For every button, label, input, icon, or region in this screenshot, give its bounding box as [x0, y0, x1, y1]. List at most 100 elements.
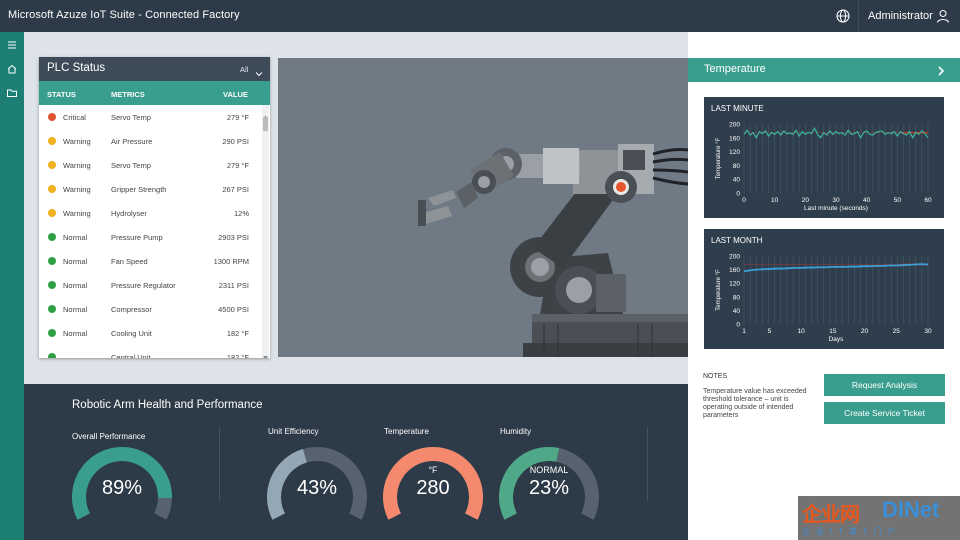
plc-row[interactable]: Warning Hydrolyser 12%: [39, 201, 261, 225]
status-dot-icon: [48, 161, 56, 169]
last-month-chart-plot: 040801201602001 5 10 15 20 25 30Temperature °F…: [716, 254, 932, 344]
y-tick-label: 200: [729, 122, 740, 129]
gauge-value: 43%: [296, 477, 338, 499]
x-axis-label: Last minute (seconds): [804, 205, 868, 212]
plc-row-status: Warning: [63, 185, 91, 194]
status-dot-icon: [48, 329, 56, 337]
gauge-label: Temperature: [384, 427, 429, 436]
y-tick-label: 200: [729, 254, 740, 261]
plc-row-value: 2903 PSI: [218, 233, 249, 242]
robot-arm-illustration: [418, 144, 688, 357]
plc-row-status: Normal: [63, 281, 88, 290]
user-menu-button[interactable]: Administrator: [862, 0, 960, 32]
app-title: Microsoft Azuze IoT Suite - Connected Fa…: [8, 9, 240, 21]
gauge-value: 23%: [528, 477, 570, 499]
plc-row-status: Warning: [63, 137, 91, 146]
plc-row-value: 182 °F: [226, 329, 249, 338]
globe-icon[interactable]: [834, 7, 852, 25]
plc-filter-dropdown[interactable]: All: [240, 65, 248, 74]
plc-scrollbar[interactable]: [262, 105, 269, 358]
gauge-sub-label: NORMAL: [529, 465, 569, 475]
x-tick-label: 20: [861, 328, 869, 335]
last-month-chart: LAST MONTH 0 40 80 120 160 200 1 5 10 15 20 25 30 Tem…: [704, 229, 944, 349]
x-tick-label: 15: [829, 328, 837, 335]
last-minute-chart: LAST MINUTE 0 40 80 120 160 200 0 10 20 30 40 50 60 T…: [704, 97, 944, 218]
y-tick-label: 80: [733, 294, 741, 301]
robot-arm-view: [278, 58, 688, 357]
left-nav: [0, 32, 24, 540]
y-tick-label: 120: [729, 149, 740, 156]
status-dot-icon: [48, 305, 56, 313]
chevron-right-icon[interactable]: [936, 64, 946, 76]
x-tick-label: 60: [924, 197, 932, 204]
gauge-label: Overall Performance: [72, 432, 146, 441]
plc-row[interactable]: Normal Cooling Unit 182 °F: [39, 321, 261, 345]
column-header-metrics[interactable]: METRICS: [111, 90, 145, 99]
gauge-label: Unit Efficiency: [268, 427, 319, 436]
plc-row-status: Critical: [63, 113, 86, 122]
chevron-down-icon[interactable]: [255, 65, 263, 77]
scroll-thumb[interactable]: [263, 117, 268, 131]
x-tick-label: 30: [924, 328, 932, 335]
column-header-status[interactable]: STATUS: [47, 90, 76, 99]
temperature-header[interactable]: Temperature: [688, 58, 960, 82]
plc-row[interactable]: Warning Servo Temp 279 °F: [39, 153, 261, 177]
plc-row-metric: Hydrolyser: [111, 209, 147, 218]
x-tick-label: 20: [802, 197, 810, 204]
notes-label: NOTES: [703, 373, 728, 380]
status-dot-icon: [48, 137, 56, 145]
folder-icon[interactable]: [6, 86, 18, 98]
notes-text: Temperature value has exceeded threshold…: [703, 388, 807, 419]
y-tick-label: 160: [729, 135, 740, 142]
plc-row[interactable]: Warning Gripper Strength 267 PSI: [39, 177, 261, 201]
scroll-up-icon[interactable]: [262, 107, 269, 119]
plc-row[interactable]: Normal Fan Speed 1300 RPM: [39, 249, 261, 273]
menu-icon[interactable]: [6, 38, 18, 50]
y-tick-label: 40: [733, 308, 741, 315]
plc-row-metric: Gripper Strength: [111, 185, 167, 194]
plc-row-status: Normal: [63, 305, 88, 314]
gauge-divider: [647, 428, 648, 500]
home-icon[interactable]: [6, 62, 18, 74]
plc-row[interactable]: Normal Compressor 4500 PSI: [39, 297, 261, 321]
create-service-ticket-button[interactable]: Create Service Ticket: [824, 402, 945, 424]
plc-rows: Critical Servo Temp 279 °F Warning Air Press…: [39, 105, 261, 358]
gauge-sub-label: °F: [428, 465, 438, 475]
plc-row-value: 267 PSI: [222, 185, 249, 194]
y-tick-label: 160: [729, 267, 740, 274]
plc-row-metric: Compressor: [111, 305, 152, 314]
column-header-value[interactable]: VALUE: [223, 90, 248, 99]
user-icon: [936, 9, 950, 23]
plc-row[interactable]: Warning Air Pressure 290 PSI: [39, 129, 261, 153]
plc-row-value: 4500 PSI: [218, 305, 249, 314]
x-tick-label: 25: [893, 328, 901, 335]
user-name: Administrator: [868, 10, 933, 22]
topbar-divider: [858, 0, 859, 32]
plc-row-metric: Pressure Pump: [111, 233, 163, 242]
plc-row-metric: Air Pressure: [111, 137, 153, 146]
plc-row[interactable]: Normal Pressure Regulator 2311 PSI: [39, 273, 261, 297]
plc-row[interactable]: Normal Pressure Pump 2903 PSI: [39, 225, 261, 249]
status-dot-icon: [48, 209, 56, 217]
plc-row-value: 182 °F: [226, 353, 249, 358]
plc-row-metric: Pressure Regulator: [111, 281, 176, 290]
plc-row-status: Warning: [63, 209, 91, 218]
x-tick-label: 0: [742, 197, 746, 204]
plc-row-metric: Fan Speed: [111, 257, 148, 266]
plc-row[interactable]: Critical Servo Temp 279 °F: [39, 105, 261, 129]
x-tick-label: 50: [894, 197, 902, 204]
plc-row[interactable]: Central Unit 182 °F: [39, 345, 261, 358]
request-analysis-button[interactable]: Request Analysis: [824, 374, 945, 396]
y-tick-label: 0: [736, 322, 740, 329]
x-tick-label: 1: [742, 328, 746, 335]
plc-row-value: 290 PSI: [222, 137, 249, 146]
y-axis-label: Temperature °F: [716, 269, 722, 311]
temperature-title: Temperature: [704, 63, 766, 75]
scroll-down-icon[interactable]: [262, 348, 269, 358]
plc-column-headers: STATUS METRICS VALUE: [39, 81, 270, 105]
status-dot-icon: [48, 353, 56, 358]
y-axis-label: Temperature °F: [716, 137, 722, 179]
x-tick-label: 30: [832, 197, 840, 204]
x-tick-label: 5: [768, 328, 772, 335]
top-bar: Microsoft Azuze IoT Suite - Connected Fa…: [0, 0, 960, 32]
